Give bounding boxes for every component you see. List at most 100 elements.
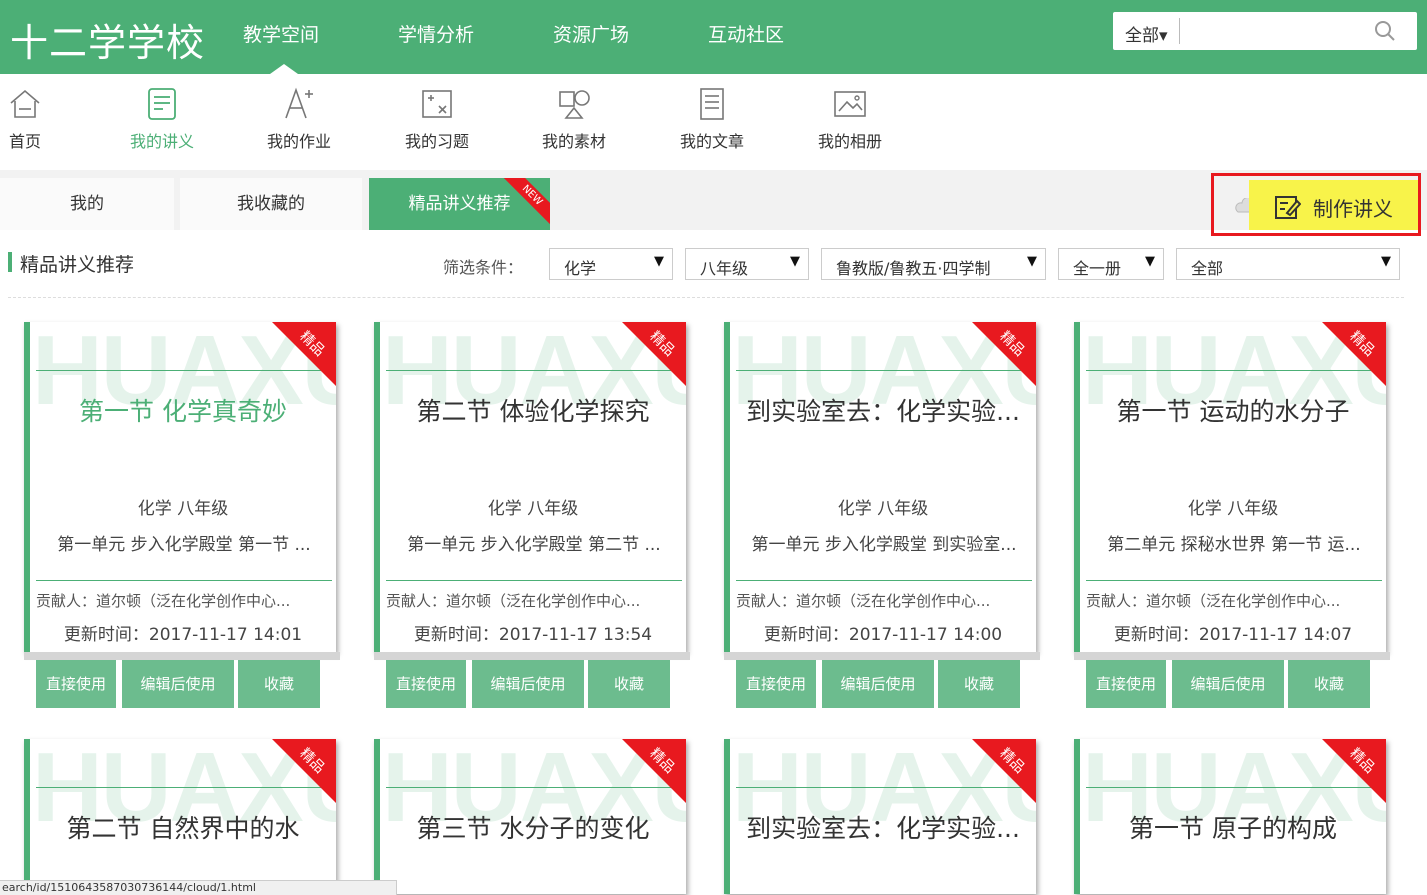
- filter-volume-select[interactable]: 全一册 ▼: [1058, 248, 1164, 280]
- use-directly-button[interactable]: 直接使用: [736, 660, 816, 708]
- filter-label: 筛选条件：: [443, 258, 524, 277]
- dropdown-arrow-icon: ▼: [654, 254, 664, 269]
- featured-ribbon: 精品: [622, 739, 686, 803]
- card-title: 到实验室去：化学实验...: [746, 397, 1020, 426]
- card-subject: 化学 八年级: [487, 499, 579, 519]
- dropdown-arrow-icon: ▼: [1145, 254, 1155, 269]
- featured-ribbon: 精品: [272, 322, 336, 386]
- lecture-card: HUAXUE 精品 第二节 自然界中的水: [24, 739, 340, 894]
- featured-ribbon: 精品: [272, 739, 336, 803]
- card-title: 第二节 自然界中的水: [66, 814, 300, 843]
- card-contributor: 贡献人：道尔顿（泛在化学创作中心...: [1086, 592, 1341, 610]
- filter-grade-select[interactable]: 八年级 ▼: [685, 248, 809, 280]
- card-title: 到实验室去：化学实验...: [746, 814, 1020, 843]
- edit-and-use-button[interactable]: 编辑后使用: [1172, 660, 1284, 708]
- subnav-my-album[interactable]: 我的相册: [815, 86, 885, 152]
- card-time: 更新时间：2017-11-17 14:01: [63, 625, 303, 645]
- featured-ribbon: 精品: [972, 322, 1036, 386]
- favorite-button[interactable]: 收藏: [238, 660, 320, 708]
- subnav-my-lectures[interactable]: 我的讲义: [127, 86, 197, 152]
- featured-ribbon: 精品: [622, 322, 686, 386]
- use-directly-button[interactable]: 直接使用: [386, 660, 466, 708]
- lecture-card: HUAXUE 精品 到实验室去：化学实验...: [724, 739, 1040, 894]
- material-icon: [559, 90, 590, 119]
- card-contributor: 贡献人：道尔顿（泛在化学创作中心...: [36, 592, 291, 610]
- nav-teaching-space[interactable]: 教学空间: [243, 20, 319, 47]
- new-badge: NEW: [504, 178, 550, 224]
- lecture-card: HUAXUE 精品 第一节 化学真奇妙 化学 八年级 第一单元 步入化学殿堂 第…: [24, 322, 340, 722]
- subnav-my-materials[interactable]: 我的素材: [539, 86, 609, 152]
- cover-line: [36, 580, 332, 581]
- card-contributor: 贡献人：道尔顿（泛在化学创作中心...: [736, 592, 991, 610]
- dropdown-arrow-icon: ▼: [1027, 254, 1037, 269]
- card-subject: 化学 八年级: [137, 499, 229, 519]
- card-title: 第一节 原子的构成: [1129, 814, 1337, 843]
- lecture-icon: [148, 88, 176, 120]
- card-unit: 第二单元 探秘水世界 第一节 运...: [1107, 535, 1361, 555]
- favorite-button[interactable]: 收藏: [1288, 660, 1370, 708]
- card-time: 更新时间：2017-11-17 14:07: [1113, 625, 1353, 645]
- card-shelf: [1074, 652, 1390, 660]
- tab-featured-label: 精品讲义推荐: [408, 194, 511, 214]
- dropdown-arrow-icon: ▼: [1381, 254, 1391, 269]
- tab-mine[interactable]: 我的: [0, 178, 174, 230]
- search-input[interactable]: [1185, 16, 1369, 46]
- cover-line: [386, 580, 682, 581]
- edit-and-use-button[interactable]: 编辑后使用: [822, 660, 934, 708]
- featured-ribbon: 精品: [1322, 322, 1386, 386]
- article-icon: [700, 88, 724, 120]
- browser-status-url: earch/id/151064358703073614​4/cloud/1.ht…: [0, 880, 397, 895]
- tab-favorites[interactable]: 我收藏的: [180, 178, 362, 230]
- top-navbar: 十二学学校 教学空间 学情分析 资源广场 互动社区 全部▾: [0, 0, 1427, 74]
- nav-learning-analysis[interactable]: 学情分析: [398, 20, 474, 47]
- filter-chapter-select[interactable]: 全部 ▼: [1176, 248, 1400, 280]
- lecture-cover[interactable]: HUAXUE 精品 到实验室去：化学实验...: [724, 739, 1036, 894]
- exercise-icon: [422, 90, 452, 118]
- subnav-my-homework[interactable]: 我的作业: [264, 86, 334, 152]
- card-title: 第三节 水分子的变化: [416, 814, 650, 843]
- subnav-home[interactable]: 首页: [0, 86, 60, 152]
- section-divider: [8, 297, 1404, 298]
- card-title: 第二节 体验化学探究: [416, 397, 650, 426]
- card-unit: 第一单元 步入化学殿堂 第一节 ...: [57, 535, 311, 555]
- card-shelf: [374, 652, 690, 660]
- search-box: 全部▾: [1113, 12, 1417, 50]
- subnav-my-exercises[interactable]: 我的习题: [402, 86, 472, 152]
- lecture-cover[interactable]: HUAXUE 精品 第三节 水分子的变化: [374, 739, 686, 894]
- lecture-cover[interactable]: HUAXUE 精品 第二节 自然界中的水: [24, 739, 336, 894]
- lecture-card: HUAXUE 精品 第三节 水分子的变化: [374, 739, 690, 894]
- nav-resource-square[interactable]: 资源广场: [553, 20, 629, 47]
- lecture-cover[interactable]: HUAXUE 精品 第一节 原子的构成: [1074, 739, 1386, 894]
- card-time: 更新时间：2017-11-17 13:54: [413, 625, 653, 645]
- lecture-cover[interactable]: HUAXUE 精品 第二节 体验化学探究 化学 八年级 第一单元 步入化学殿堂 …: [374, 322, 686, 652]
- card-shelf: [724, 652, 1040, 660]
- sub-navbar: 首页 我的讲义 我的作业 我的习题 我的素材 我的文章 我的相册: [0, 74, 1427, 170]
- lecture-cover[interactable]: HUAXUE 精品 到实验室去：化学实验... 化学 八年级 第一单元 步入化学…: [724, 322, 1036, 652]
- search-separator: [1179, 18, 1180, 44]
- card-shelf: [24, 652, 340, 660]
- subnav-my-articles[interactable]: 我的文章: [677, 86, 747, 152]
- card-contributor: 贡献人：道尔顿（泛在化学创作中心...: [386, 592, 641, 610]
- favorite-button[interactable]: 收藏: [938, 660, 1020, 708]
- filter-subject-select[interactable]: 化学 ▼: [549, 248, 673, 280]
- home-icon: [10, 89, 40, 118]
- favorite-button[interactable]: 收藏: [588, 660, 670, 708]
- card-subject: 化学 八年级: [1187, 499, 1279, 519]
- nav-community[interactable]: 互动社区: [708, 20, 784, 47]
- edit-and-use-button[interactable]: 编辑后使用: [122, 660, 234, 708]
- lecture-cover[interactable]: HUAXUE 精品 第一节 化学真奇妙 化学 八年级 第一单元 步入化学殿堂 第…: [24, 322, 336, 652]
- filter-edition-select[interactable]: 鲁教版/鲁教五·四学制 ▼: [821, 248, 1046, 280]
- card-unit: 第一单元 步入化学殿堂 第二节 ...: [407, 535, 661, 555]
- search-icon[interactable]: [1373, 19, 1397, 43]
- card-subject: 化学 八年级: [837, 499, 929, 519]
- use-directly-button[interactable]: 直接使用: [36, 660, 116, 708]
- dropdown-arrow-icon: ▼: [790, 254, 800, 269]
- use-directly-button[interactable]: 直接使用: [1086, 660, 1166, 708]
- highlight-box: [1211, 173, 1421, 236]
- lecture-card: HUAXUE 精品 第二节 体验化学探究 化学 八年级 第一单元 步入化学殿堂 …: [374, 322, 690, 722]
- search-scope-select[interactable]: 全部▾: [1125, 21, 1168, 46]
- lecture-cover[interactable]: HUAXUE 精品 第一节 运动的水分子 化学 八年级 第二单元 探秘水世界 第…: [1074, 322, 1386, 652]
- edit-and-use-button[interactable]: 编辑后使用: [472, 660, 584, 708]
- school-logo[interactable]: 十二学学校: [10, 12, 205, 67]
- section-marker: [8, 252, 12, 272]
